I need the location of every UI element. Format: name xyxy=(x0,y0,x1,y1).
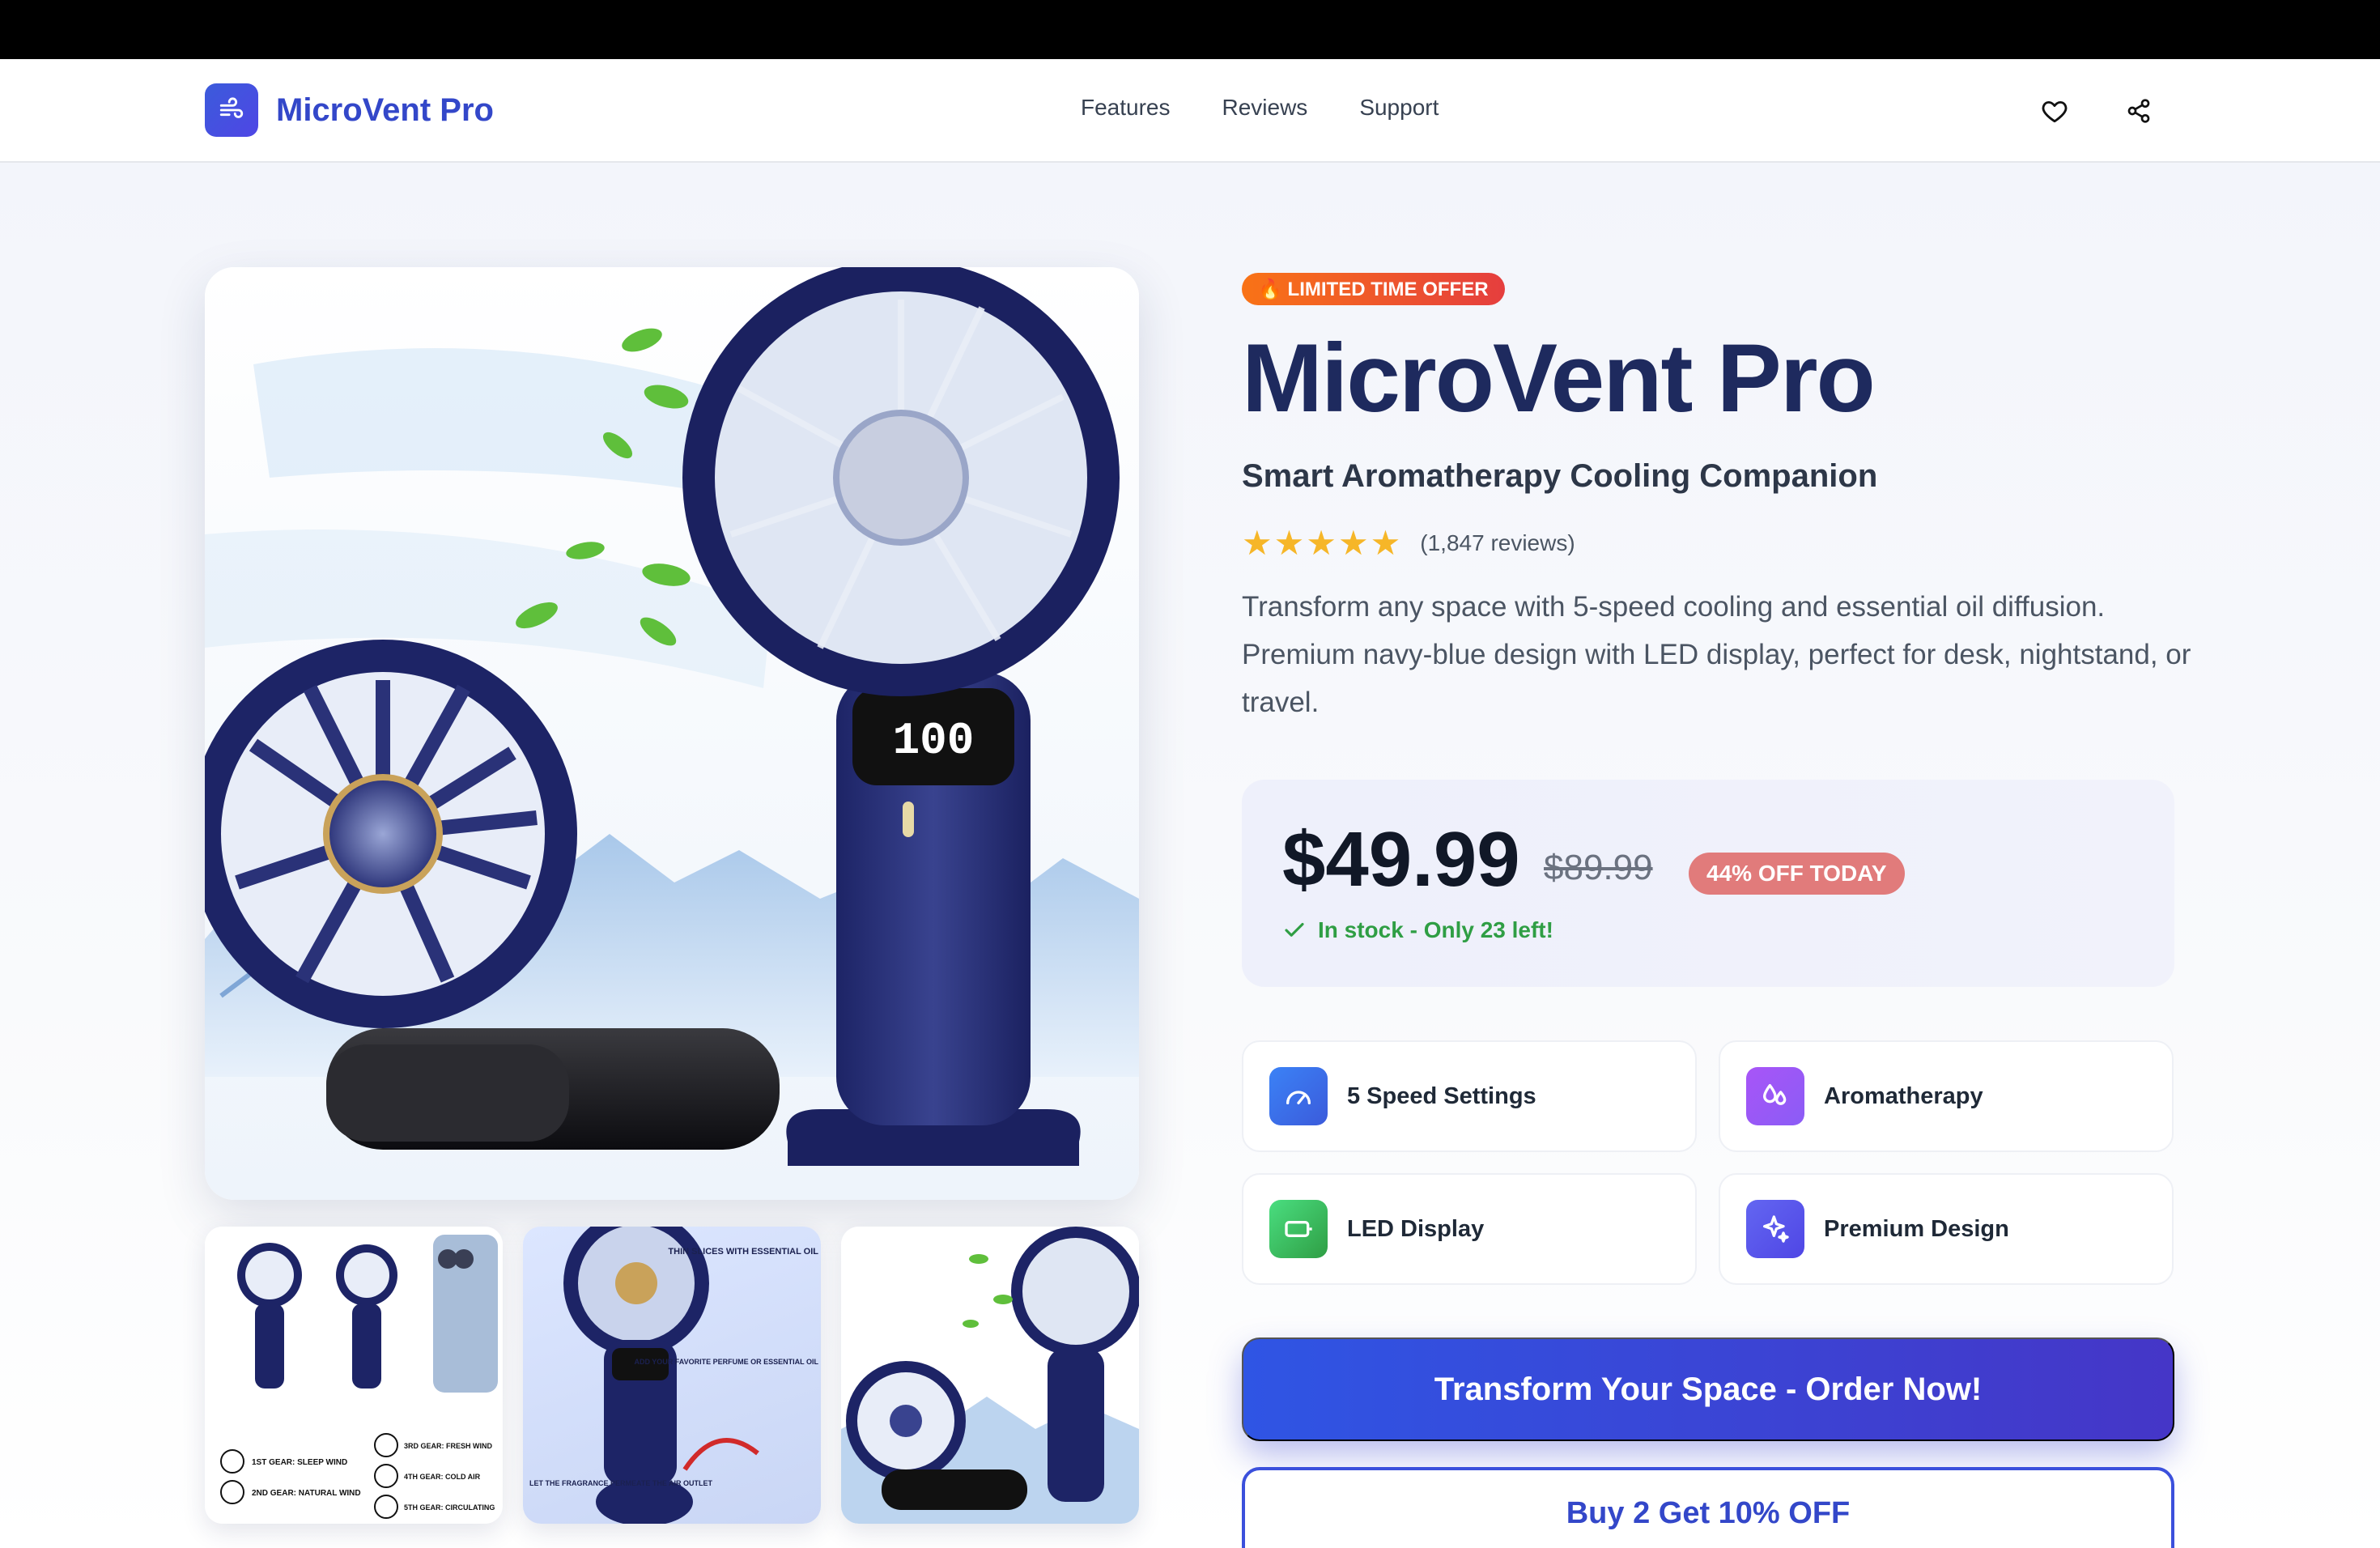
feature-aromatherapy: Aromatherapy xyxy=(1719,1040,2174,1152)
browser-top-bar xyxy=(0,0,2380,59)
current-price: $49.99 xyxy=(1282,816,1520,903)
brand-name: MicroVent Pro xyxy=(276,91,494,128)
thumb1-gear5: 5TH GEAR: CIRCULATING xyxy=(404,1503,495,1512)
price-panel: $49.99 $89.99 44% OFF TODAY In stock - O… xyxy=(1242,780,2174,987)
site-header: MicroVent Pro Features Reviews Support xyxy=(0,59,2380,163)
review-count[interactable]: (1,847 reviews) xyxy=(1420,530,1575,556)
feature-label: Aromatherapy xyxy=(1824,1082,1983,1109)
thumb2-line3: LET THE FRAGRANCE PERMEATE THE AIR OUTLE… xyxy=(529,1479,713,1487)
buy-two-button[interactable]: Buy 2 Get 10% OFF xyxy=(1242,1467,2174,1548)
check-icon xyxy=(1285,922,1304,937)
feature-label: Premium Design xyxy=(1824,1215,2009,1242)
share-icon[interactable] xyxy=(2123,95,2155,127)
product-title: MicroVent Pro xyxy=(1242,324,1876,432)
wind-icon xyxy=(205,83,258,137)
thumbnail-essential-oil[interactable]: THIN SLICES WITH ESSENTIAL OIL ADD YOUR … xyxy=(523,1227,821,1524)
thumb1-gear1: 1ST GEAR: SLEEP WIND xyxy=(252,1458,347,1467)
stock-text: In stock - Only 23 left! xyxy=(1318,917,1553,942)
limited-offer-badge: 🔥 LIMITED TIME OFFER xyxy=(1242,273,1505,305)
thumb2-line2: ADD YOUR FAVORITE PERFUME OR ESSENTIAL O… xyxy=(634,1358,818,1366)
feature-label: LED Display xyxy=(1347,1215,1485,1242)
sparkles-icon xyxy=(1746,1200,1804,1258)
thumb2-line1: THIN SLICES WITH ESSENTIAL OIL xyxy=(668,1247,818,1257)
header-actions xyxy=(2038,95,2207,127)
rating[interactable]: ★★★★★ (1,847 reviews) xyxy=(1242,523,1575,563)
main-nav: Features Reviews Support xyxy=(1081,95,1490,121)
feature-speed-settings: 5 Speed Settings xyxy=(1242,1040,1697,1152)
battery-icon xyxy=(1269,1200,1328,1258)
discount-badge: 44% OFF TODAY xyxy=(1689,853,1905,895)
heart-icon[interactable] xyxy=(2038,95,2071,127)
thumb1-gear2: 2ND GEAR: NATURAL WIND xyxy=(252,1489,361,1498)
droplets-icon xyxy=(1746,1067,1804,1125)
thumbnail-lifestyle[interactable] xyxy=(841,1227,1139,1524)
product-subtitle: Smart Aromatherapy Cooling Companion xyxy=(1242,458,1878,494)
stock-status: In stock - Only 23 left! xyxy=(1282,917,1553,943)
feature-premium-design: Premium Design xyxy=(1719,1173,2174,1285)
nav-reviews[interactable]: Reviews xyxy=(1222,95,1308,121)
brand[interactable]: MicroVent Pro xyxy=(205,83,494,137)
order-now-button[interactable]: Transform Your Space - Order Now! xyxy=(1242,1337,2174,1441)
thumbnail-dimensions[interactable]: 1ST GEAR: SLEEP WIND 2ND GEAR: NATURAL W… xyxy=(205,1227,503,1524)
gauge-icon xyxy=(1269,1067,1328,1125)
thumb1-gear4: 4TH GEAR: COLD AIR xyxy=(404,1473,481,1481)
main-product-image[interactable]: 100 xyxy=(205,267,1139,1200)
product-description: Transform any space with 5-speed cooling… xyxy=(1242,591,2191,718)
nav-support[interactable]: Support xyxy=(1359,95,1439,121)
star-rating-icon: ★★★★★ xyxy=(1242,524,1403,562)
feature-led-display: LED Display xyxy=(1242,1173,1697,1285)
feature-label: 5 Speed Settings xyxy=(1347,1082,1536,1109)
original-price: $89.99 xyxy=(1544,848,1653,887)
nav-features[interactable]: Features xyxy=(1081,95,1171,121)
fan-led-readout: 100 xyxy=(893,715,975,767)
thumb1-gear3: 3RD GEAR: FRESH WIND xyxy=(404,1442,493,1450)
